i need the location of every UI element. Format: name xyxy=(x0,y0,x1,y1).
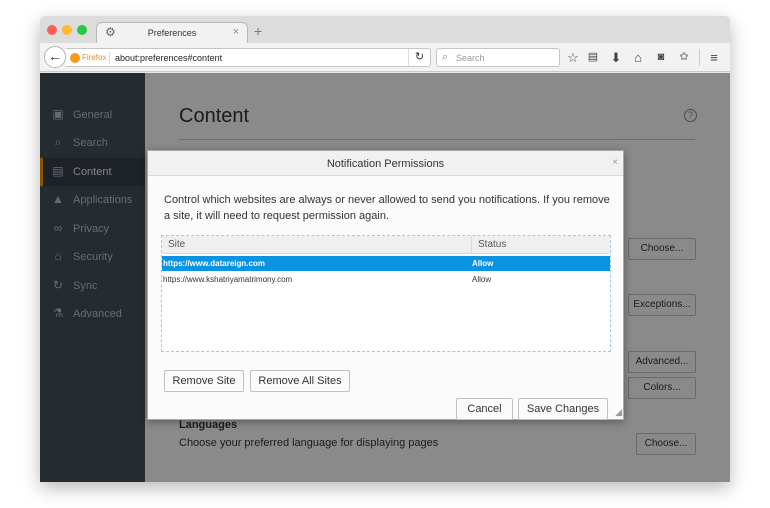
tab-strip: ⚙ Preferences × + xyxy=(40,16,730,44)
minimize-window-button[interactable] xyxy=(62,25,72,35)
permissions-table: Site Status https://www.datareign.com Al… xyxy=(161,235,611,352)
home-icon[interactable]: ⌂ xyxy=(630,50,646,65)
table-header: Site Status xyxy=(162,236,610,254)
status-cell: Allow xyxy=(472,275,492,284)
new-tab-button[interactable]: + xyxy=(254,23,262,39)
divider xyxy=(109,52,110,64)
firefox-icon xyxy=(70,53,80,63)
back-button[interactable]: ← xyxy=(44,46,66,68)
cancel-button[interactable]: Cancel xyxy=(456,398,513,420)
save-changes-button[interactable]: Save Changes xyxy=(518,398,608,420)
url-bar[interactable]: Firefox about:preferences#content ↻ xyxy=(66,48,431,67)
status-cell: Allow xyxy=(472,259,494,268)
column-header-site[interactable]: Site xyxy=(168,239,185,250)
search-icon: ⌕ xyxy=(442,51,449,63)
close-window-button[interactable] xyxy=(47,25,57,35)
tab-title: Preferences xyxy=(147,28,197,38)
close-tab-icon[interactable]: × xyxy=(233,26,239,38)
reload-icon[interactable]: ↻ xyxy=(408,49,430,66)
tab-preferences[interactable]: ⚙ Preferences × xyxy=(96,22,248,44)
table-row[interactable]: https://www.kshatriyamatrimony.com Allow xyxy=(162,272,610,287)
toolbar-divider xyxy=(699,49,700,66)
reading-list-icon[interactable]: ▤ xyxy=(585,50,601,65)
site-cell: https://www.datareign.com xyxy=(163,259,265,268)
notification-permissions-dialog: Notification Permissions × Control which… xyxy=(147,150,624,420)
url-text[interactable]: about:preferences#content xyxy=(115,53,222,63)
extension-icon[interactable]: ✿ xyxy=(676,50,692,65)
close-icon[interactable]: × xyxy=(612,157,618,168)
column-header-status[interactable]: Status xyxy=(471,236,506,254)
downloads-icon[interactable]: ⬇ xyxy=(608,50,624,65)
dialog-title: Notification Permissions xyxy=(326,158,445,170)
browser-window: ⚙ Preferences × + ← Firefox about:prefer… xyxy=(40,16,730,482)
dialog-description: Control which websites are always or nev… xyxy=(164,194,610,222)
search-input[interactable]: ⌕ Search xyxy=(436,48,560,67)
table-row[interactable]: https://www.datareign.com Allow xyxy=(162,256,610,271)
bookmark-star-icon[interactable]: ☆ xyxy=(565,50,581,65)
identity-label: Firefox xyxy=(82,53,107,62)
dialog-header: Notification Permissions × xyxy=(148,151,623,176)
remove-site-button[interactable]: Remove Site xyxy=(164,370,244,392)
zoom-window-button[interactable] xyxy=(77,25,87,35)
site-cell: https://www.kshatriyamatrimony.com xyxy=(163,275,293,284)
nav-bar: ← Firefox about:preferences#content ↻ ⌕ … xyxy=(40,43,730,72)
menu-icon[interactable]: ≡ xyxy=(706,50,722,65)
resize-grip-icon[interactable]: ◢ xyxy=(615,407,622,418)
pocket-icon[interactable]: ◙ xyxy=(653,50,669,65)
search-placeholder: Search xyxy=(456,53,485,63)
remove-all-sites-button[interactable]: Remove All Sites xyxy=(250,370,350,392)
